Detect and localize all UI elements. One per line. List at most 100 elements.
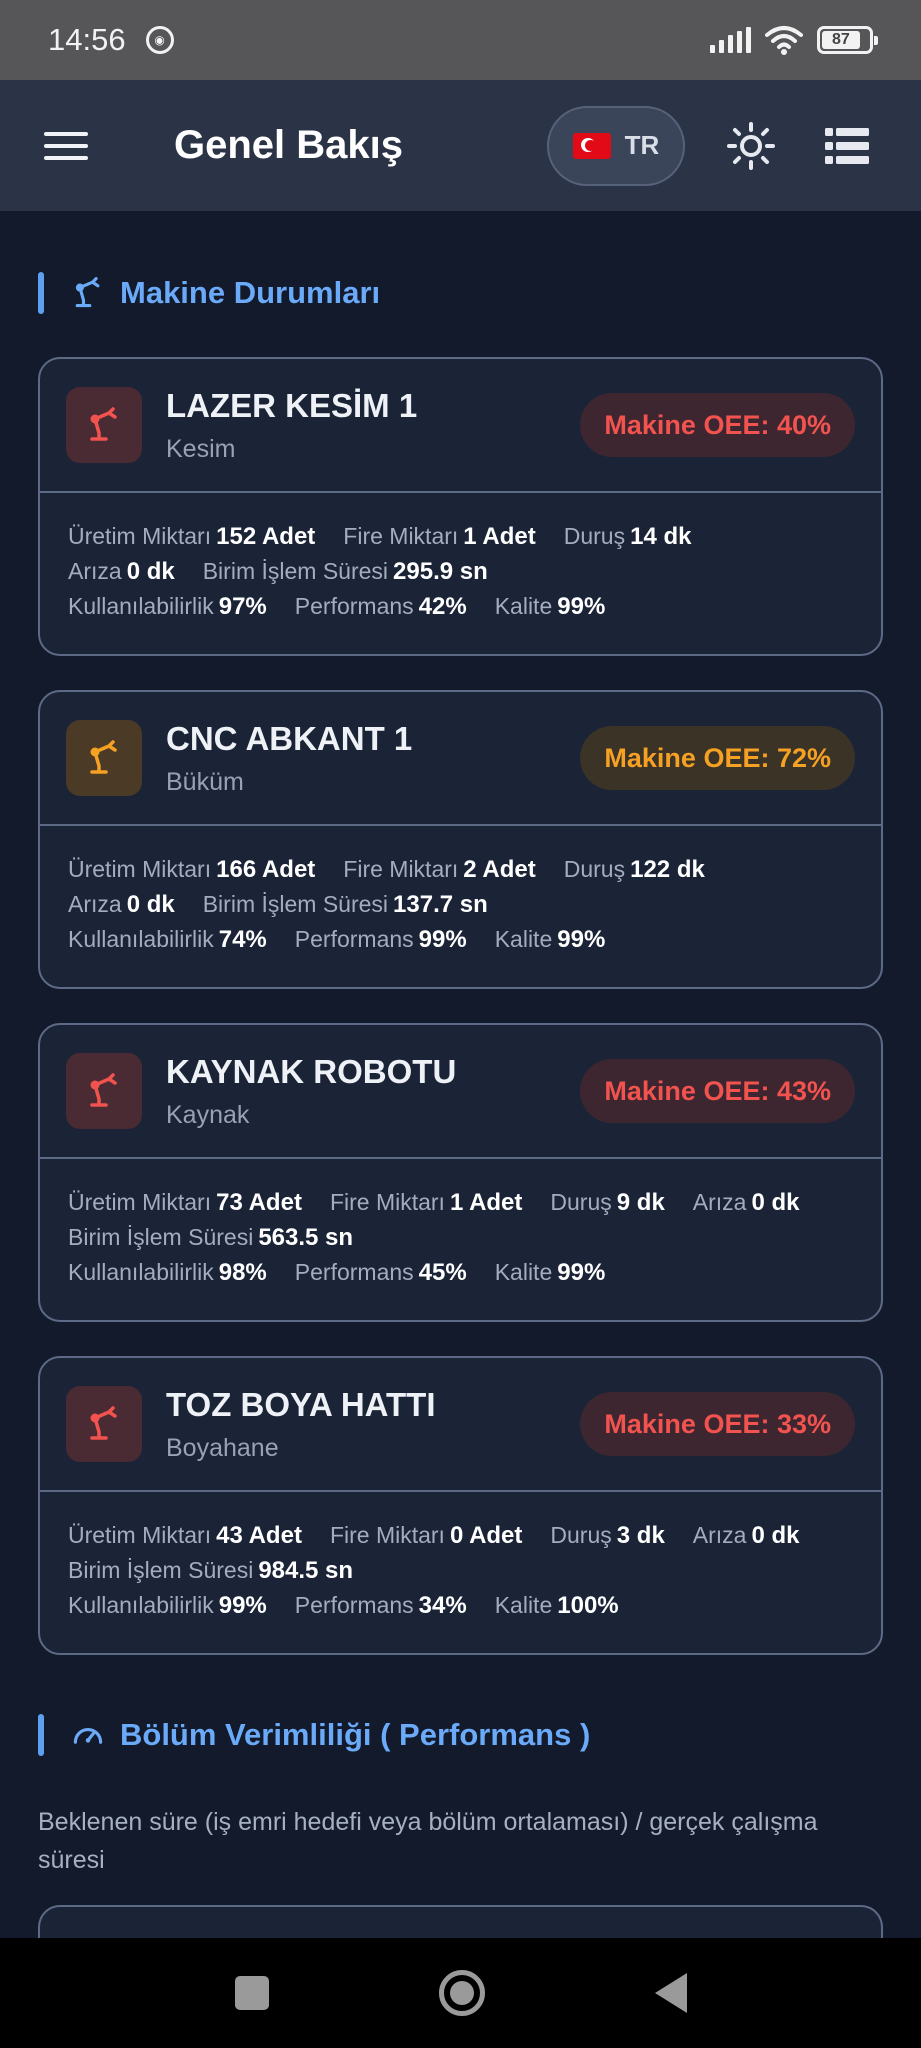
metric: Performans 45% — [295, 1255, 467, 1290]
metric: Üretim Miktarı 73 Adet — [68, 1185, 302, 1220]
section-department-efficiency: Bölüm Verimliliği ( Performans ) — [38, 1705, 883, 1765]
machine-metrics: Üretim Miktarı 152 Adet Fire Miktarı 1 Adet… — [40, 493, 881, 654]
machine-icon — [66, 720, 142, 796]
metric-value: 45% — [418, 1259, 467, 1286]
metric: Arıza 0 dk — [693, 1185, 800, 1220]
metric-row: Birim İşlem Süresi 563.5 sn — [68, 1220, 855, 1255]
metric-value: 1 Adet — [463, 523, 536, 550]
metric-value: 100% — [557, 1592, 619, 1619]
metric-row: Kullanılabilirlik 98% Performans 45% Kalite 9… — [68, 1255, 855, 1290]
metric-row: Üretim Miktarı 152 Adet Fire Miktarı 1 Adet… — [68, 519, 855, 554]
metric-row: Birim İşlem Süresi 984.5 sn — [68, 1553, 855, 1588]
metric-label: Fire Miktarı — [343, 856, 459, 882]
metric: Arıza 0 dk — [693, 1518, 800, 1553]
metric: Kullanılabilirlik 98% — [68, 1255, 267, 1290]
metric-label: Fire Miktarı — [329, 1522, 445, 1548]
metric: Üretim Miktarı 152 Adet — [68, 519, 315, 554]
machine-department: Kaynak — [166, 1100, 250, 1129]
machine-name: CNC ABKANT 1 — [166, 719, 413, 757]
section-title: Makine Durumları — [120, 275, 381, 310]
metric-value: 0 Adet — [449, 1522, 523, 1549]
oee-badge: Makine OEE: 72% — [580, 726, 855, 790]
menu-icon[interactable] — [44, 131, 88, 160]
language-selector[interactable]: TR — [547, 105, 685, 186]
metric-value: 99% — [557, 1259, 606, 1286]
metric-row: Kullanılabilirlik 74% Performans 99% Kalite 9… — [68, 922, 855, 957]
machine-icon — [66, 1386, 142, 1462]
metric-label: Performans — [294, 593, 414, 619]
metric: Duruş 3 dk — [550, 1518, 664, 1553]
metric: Fire Miktarı 2 Adet — [343, 852, 535, 887]
metric: Kullanılabilirlik 99% — [68, 1588, 267, 1623]
section-accent-bar — [38, 1714, 44, 1756]
metric-value: 1 Adet — [449, 1189, 523, 1216]
metric-value: 122 dk — [630, 856, 705, 883]
metric-row: Kullanılabilirlik 97% Performans 42% Kalite 9… — [68, 589, 855, 624]
metric-value: 984.5 sn — [258, 1557, 354, 1584]
system-nav-bar — [0, 1938, 921, 2048]
machine-icon — [66, 1053, 142, 1129]
machine-department: Boyahane — [166, 1433, 279, 1462]
robot-arm-icon — [75, 277, 100, 308]
machine-list: LAZER KESİM 1 Kesim Makine OEE: 40% Üretim … — [38, 357, 883, 1655]
metric-label: Birim İşlem Süresi — [202, 891, 389, 917]
metric: Fire Miktarı 0 Adet — [330, 1518, 522, 1553]
metric: Üretim Miktarı 166 Adet — [68, 852, 315, 887]
metric-value: 563.5 sn — [258, 1224, 354, 1251]
metric-value: 73 Adet — [216, 1189, 302, 1216]
main-content: Makine Durumları LAZER KESİM 1 Kesim Makin… — [38, 211, 883, 1965]
status-icons: 87 — [710, 25, 878, 55]
section-machine-status: Makine Durumları — [38, 263, 883, 323]
robot-arm-icon — [90, 407, 117, 441]
oee-badge: Makine OEE: 43% — [580, 1059, 855, 1123]
machine-metrics: Üretim Miktarı 73 Adet Fire Miktarı 1 Adet D… — [40, 1159, 881, 1320]
metric: Fire Miktarı 1 Adet — [330, 1185, 522, 1220]
machine-card[interactable]: CNC ABKANT 1 Büküm Makine OEE: 72% Üretim M… — [38, 690, 883, 989]
metric: Kalite 99% — [495, 1255, 606, 1290]
theme-toggle-button[interactable] — [721, 116, 781, 176]
metric: Fire Miktarı 1 Adet — [343, 519, 535, 554]
back-button[interactable] — [654, 1973, 687, 2013]
machine-titles: KAYNAK ROBOTU Kaynak — [166, 1053, 456, 1130]
machine-department: Büküm — [166, 767, 244, 796]
metric-label: Kullanılabilirlik — [68, 1259, 214, 1285]
machine-name: LAZER KESİM 1 — [166, 386, 418, 424]
status-bar: 14:56 ◉ 87 — [0, 0, 921, 80]
battery-icon: 87 — [817, 26, 878, 54]
metric-label: Kalite — [494, 1592, 553, 1618]
list-view-button[interactable] — [817, 116, 877, 176]
recent-apps-button[interactable] — [234, 1976, 269, 2010]
metric-row: Üretim Miktarı 73 Adet Fire Miktarı 1 Adet D… — [68, 1185, 855, 1220]
metric: Kullanılabilirlik 97% — [68, 589, 267, 624]
turkey-flag-icon — [572, 132, 611, 159]
metric: Performans 34% — [295, 1588, 467, 1623]
metric-row: Arıza 0 dk Birim İşlem Süresi 137.7 sn — [68, 887, 855, 922]
notification-icon: ◉ — [145, 26, 174, 54]
metric-label: Birim İşlem Süresi — [68, 1557, 254, 1583]
metric: Arıza 0 dk — [68, 554, 175, 589]
metric-row: Üretim Miktarı 166 Adet Fire Miktarı 2 Adet… — [68, 852, 855, 887]
metric-label: Arıza — [68, 558, 122, 584]
machine-card-header: CNC ABKANT 1 Büküm Makine OEE: 72% — [40, 692, 881, 826]
metric: Kalite 100% — [495, 1588, 619, 1623]
home-button[interactable] — [438, 1970, 485, 2016]
metric-label: Kalite — [494, 593, 553, 619]
metric-value: 34% — [418, 1592, 467, 1619]
machine-titles: CNC ABKANT 1 Büküm — [166, 720, 412, 797]
metric-value: 295.9 sn — [393, 558, 488, 585]
machine-card[interactable]: TOZ BOYA HATTI Boyahane Makine OEE: 33% Üre… — [38, 1356, 883, 1655]
metric-label: Kalite — [494, 926, 553, 952]
metric-value: 43 Adet — [216, 1522, 302, 1549]
language-code: TR — [624, 130, 660, 160]
metric-value: 97% — [218, 593, 267, 620]
metric-row: Kullanılabilirlik 99% Performans 34% Kalite 1… — [68, 1588, 855, 1623]
machine-card[interactable]: KAYNAK ROBOTU Kaynak Makine OEE: 43% Üretim… — [38, 1023, 883, 1322]
metric-label: Performans — [294, 926, 414, 952]
metric-value: 3 dk — [616, 1522, 665, 1549]
app-bar: Genel Bakış TR — [0, 80, 921, 211]
machine-card[interactable]: LAZER KESİM 1 Kesim Makine OEE: 40% Üretim … — [38, 357, 883, 656]
machine-name: KAYNAK ROBOTU — [166, 1052, 457, 1090]
metric-value: 0 dk — [126, 558, 175, 585]
page-title: Genel Bakış — [174, 123, 404, 167]
metric-value: 14 dk — [630, 523, 692, 550]
